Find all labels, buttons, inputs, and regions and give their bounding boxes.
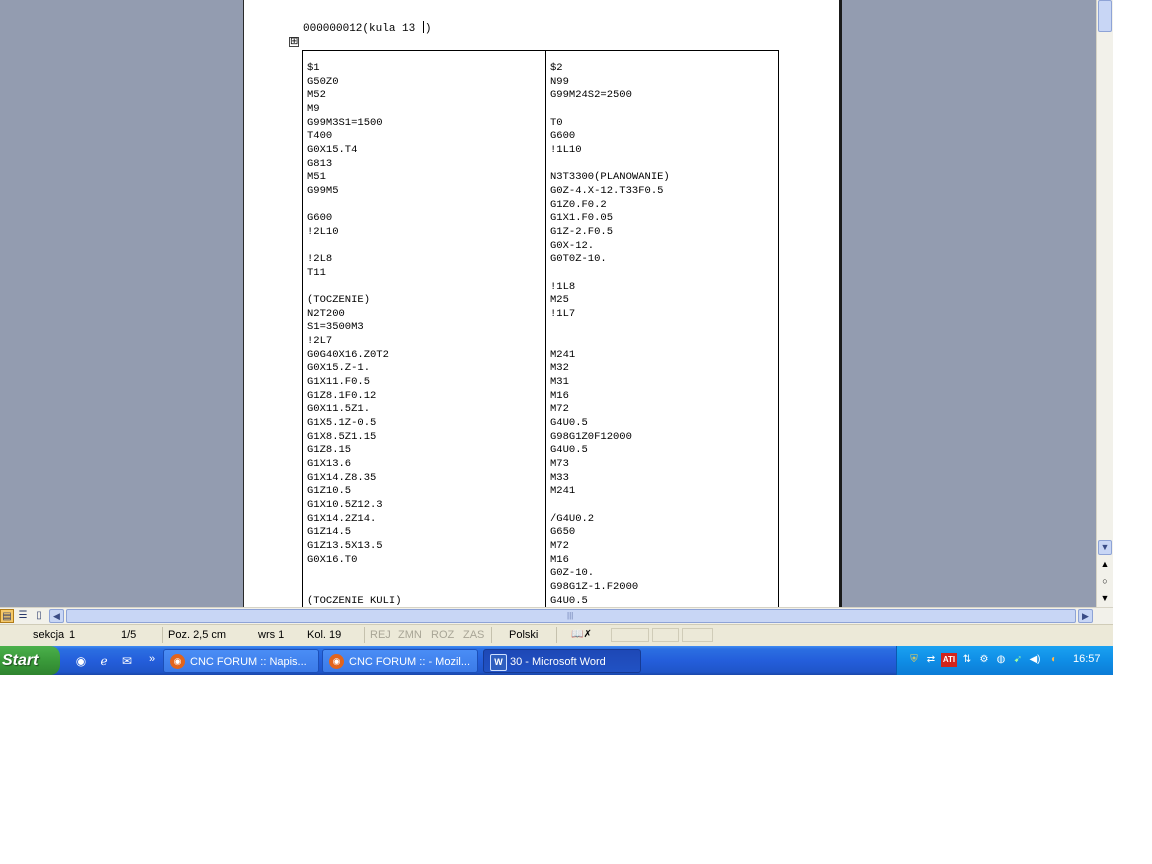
- arrow-icon[interactable]: ➹: [1011, 653, 1025, 667]
- network-icon[interactable]: ⇅: [960, 653, 974, 667]
- table-column-divider: [545, 51, 546, 607]
- start-button[interactable]: Start: [0, 646, 60, 675]
- ie-icon[interactable]: ℯ: [96, 653, 112, 669]
- status-divider: [491, 627, 492, 643]
- task-cnc-forum-mozilla[interactable]: ◉ CNC FORUM :: - Mozil...: [322, 649, 478, 673]
- horizontal-scroll-thumb[interactable]: |||: [66, 609, 1076, 623]
- task-label: CNC FORUM :: Napis...: [190, 656, 307, 668]
- cnc-code-table[interactable]: $1 G50Z0 M52 M9 G99M3S1=1500 T400 G0X15.…: [302, 50, 779, 607]
- word-icon: W: [490, 654, 507, 671]
- table-move-handle[interactable]: ⊞: [289, 37, 299, 47]
- status-column: Kol. 19: [307, 629, 342, 641]
- vertical-scroll-thumb[interactable]: [1098, 0, 1112, 32]
- status-section-label: sekcja: [33, 629, 65, 641]
- tools-icon[interactable]: ⚙: [977, 653, 991, 667]
- status-empty-panel: [682, 628, 713, 642]
- web-layout-view-icon[interactable]: ☰: [16, 609, 30, 623]
- security-icon[interactable]: ◍: [994, 653, 1008, 667]
- volume-icon[interactable]: ◀): [1028, 653, 1042, 667]
- program-title-line[interactable]: 000000012(kula 13 ): [303, 21, 431, 35]
- task-microsoft-word[interactable]: W 30 - Microsoft Word: [483, 649, 641, 673]
- shield-icon[interactable]: ⛨: [907, 653, 921, 667]
- print-layout-view-icon[interactable]: ▯: [32, 609, 46, 623]
- firefox-icon: ◉: [170, 654, 185, 669]
- scroll-left-arrow-icon[interactable]: ◀: [49, 609, 64, 623]
- status-track-changes[interactable]: ZMN: [398, 629, 422, 641]
- system-tray: ⛨ ⇄ ATI ⇅ ⚙ ◍ ➹ ◀) ◐ 16:57: [896, 646, 1113, 675]
- task-label: 30 - Microsoft Word: [510, 656, 606, 668]
- scroll-right-arrow-icon[interactable]: ▶: [1078, 609, 1093, 623]
- status-bar: sekcja 1 1/5 Poz. 2,5 cm wrs 1 Kol. 19 R…: [0, 624, 1113, 646]
- status-section-number: 1: [69, 629, 76, 641]
- scroll-down-arrow-icon[interactable]: ▼: [1098, 540, 1112, 555]
- program-title-text: 000000012(kula 13: [303, 23, 422, 35]
- document-page[interactable]: 000000012(kula 13 ) ⊞ $1 G50Z0 M52 M9 G9…: [243, 0, 842, 607]
- status-divider: [556, 627, 557, 643]
- quick-launch-more-icon[interactable]: »: [144, 651, 160, 667]
- scroll-grip: |||: [567, 611, 574, 620]
- taskbar: Start ◉ ℯ ✉ » ◉ CNC FORUM :: Napis... ◉ …: [0, 646, 1113, 675]
- spelling-status-icon[interactable]: 📖✗: [571, 628, 593, 642]
- av-icon[interactable]: ◐: [1047, 653, 1061, 667]
- document-workspace[interactable]: 000000012(kula 13 ) ⊞ $1 G50Z0 M52 M9 G9…: [0, 0, 1096, 607]
- status-overtype-mode[interactable]: ZAS: [463, 629, 484, 641]
- status-rec-mode[interactable]: REJ: [370, 629, 391, 641]
- firefox-icon[interactable]: ◉: [73, 653, 89, 669]
- outlook-icon[interactable]: ✉: [119, 653, 135, 669]
- status-divider: [364, 627, 365, 643]
- task-label: CNC FORUM :: - Mozil...: [349, 656, 470, 668]
- task-cnc-forum-napis[interactable]: ◉ CNC FORUM :: Napis...: [163, 649, 319, 673]
- status-language[interactable]: Polski: [509, 629, 538, 641]
- clock[interactable]: 16:57: [1073, 653, 1101, 665]
- network-icon[interactable]: ⇄: [924, 653, 938, 667]
- text-caret: [422, 21, 424, 33]
- normal-view-icon[interactable]: ▤: [0, 609, 14, 623]
- status-divider: [162, 627, 163, 643]
- horizontal-scroll-row: ▤ ☰ ▯ ◀ ||| ▶: [0, 607, 1113, 624]
- program-title-tail: ): [424, 23, 432, 35]
- browse-object-icon[interactable]: ○: [1099, 574, 1111, 588]
- ati-icon[interactable]: ATI: [941, 653, 957, 667]
- status-extend-mode[interactable]: ROZ: [431, 629, 454, 641]
- next-page-icon[interactable]: ▼: [1099, 591, 1111, 605]
- firefox-icon: ◉: [329, 654, 344, 669]
- status-line: wrs 1: [258, 629, 285, 641]
- table-cell-left-column[interactable]: $1 G50Z0 M52 M9 G99M3S1=1500 T400 G0X15.…: [307, 62, 402, 607]
- status-empty-panel: [611, 628, 649, 642]
- status-empty-panel: [652, 628, 679, 642]
- status-position: Poz. 2,5 cm: [168, 629, 227, 641]
- previous-page-icon[interactable]: ▲: [1099, 557, 1111, 571]
- status-page-count: 1/5: [121, 629, 137, 641]
- table-cell-right-column[interactable]: $2 N99 G99M24S2=2500 T0 G600 !1L10 N3T33…: [550, 62, 670, 607]
- vertical-scrollbar[interactable]: ▼ ▲ ○ ▼: [1096, 0, 1113, 607]
